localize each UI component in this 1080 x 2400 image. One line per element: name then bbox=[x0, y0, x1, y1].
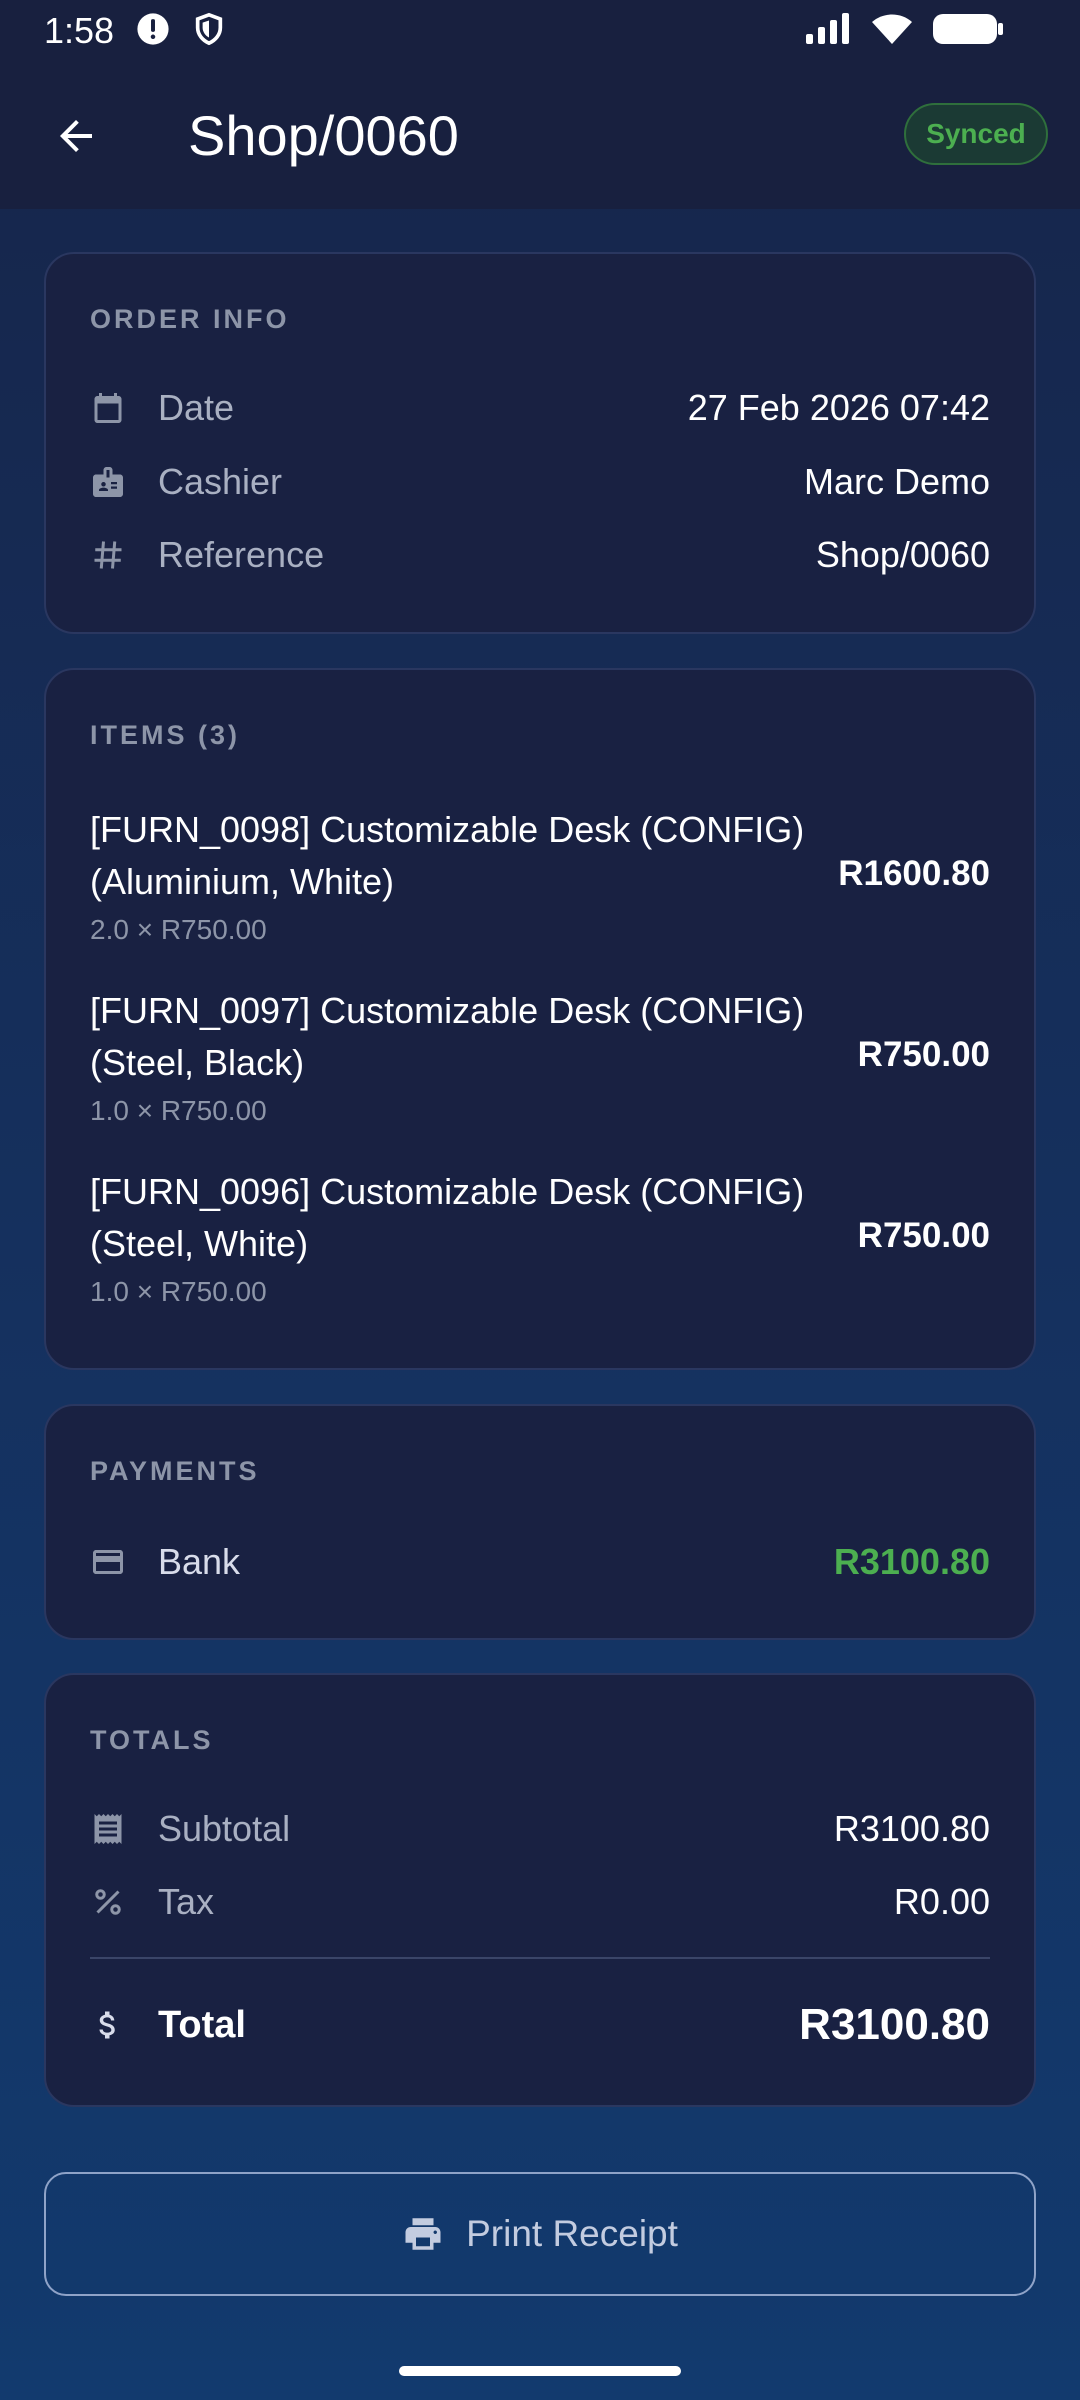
order-info-card: ORDER INFO Date 27 Feb 2026 07:42 Cashie… bbox=[44, 252, 1036, 634]
page-title: Shop/0060 bbox=[188, 104, 459, 167]
list-item[interactable]: [FURN_0096] Customizable Desk (CONFIG) (… bbox=[90, 1166, 990, 1312]
list-item[interactable]: [FURN_0098] Customizable Desk (CONFIG) (… bbox=[90, 804, 990, 950]
battery-icon bbox=[932, 12, 1004, 51]
cashier-row: Cashier Marc Demo bbox=[90, 454, 990, 510]
totals-card: TOTALS Subtotal R3100.80 Tax R0.00 Total… bbox=[44, 1673, 1036, 2107]
wifi-icon bbox=[870, 12, 914, 51]
item-price: R1600.80 bbox=[838, 854, 990, 893]
totals-header: TOTALS bbox=[90, 1725, 214, 1755]
item-name-line: [FURN_0097] Customizable Desk (CONFIG) bbox=[90, 990, 805, 1031]
item-variant-line: (Aluminium, White) bbox=[90, 861, 395, 902]
signal-icon bbox=[804, 12, 852, 51]
cashier-label: Cashier bbox=[158, 461, 283, 502]
items-card: ITEMS (3) [FURN_0098] Customizable Desk … bbox=[44, 668, 1036, 1370]
item-name: [FURN_0097] Customizable Desk (CONFIG) (… bbox=[90, 985, 850, 1089]
item-quantity: 1.0 × R750.00 bbox=[90, 1095, 267, 1126]
item-price: R750.00 bbox=[857, 1035, 990, 1074]
tax-row: Tax R0.00 bbox=[90, 1874, 990, 1930]
print-receipt-label: Print Receipt bbox=[466, 2213, 678, 2254]
list-item[interactable]: [FURN_0097] Customizable Desk (CONFIG) (… bbox=[90, 985, 990, 1131]
item-name-line: [FURN_0098] Customizable Desk (CONFIG) bbox=[90, 809, 805, 850]
tax-label: Tax bbox=[158, 1881, 215, 1922]
printer-icon bbox=[402, 2213, 444, 2255]
arrow-back-icon bbox=[60, 120, 92, 152]
total-row: Total R3100.80 bbox=[90, 1993, 990, 2057]
app-bar: 1:58 Shop/0060 Synced bbox=[0, 0, 1080, 209]
tax-value: R0.00 bbox=[893, 1881, 990, 1922]
item-price: R750.00 bbox=[857, 1216, 990, 1255]
receipt-icon bbox=[90, 1811, 126, 1847]
back-button[interactable] bbox=[40, 100, 112, 172]
home-indicator[interactable] bbox=[399, 2366, 681, 2376]
order-date-row: Date 27 Feb 2026 07:42 bbox=[90, 380, 990, 436]
subtotal-row: Subtotal R3100.80 bbox=[90, 1801, 990, 1857]
date-label: Date bbox=[158, 387, 235, 428]
item-name-line: [FURN_0096] Customizable Desk (CONFIG) bbox=[90, 1171, 805, 1212]
cashier-value: Marc Demo bbox=[803, 461, 990, 502]
credit-card-icon bbox=[90, 1544, 126, 1580]
badge-icon bbox=[90, 464, 126, 500]
subtotal-value: R3100.80 bbox=[833, 1808, 990, 1849]
payments-card: PAYMENTS Bank R3100.80 bbox=[44, 1404, 1036, 1640]
calendar-icon bbox=[90, 390, 126, 426]
date-value: 27 Feb 2026 07:42 bbox=[687, 387, 990, 428]
status-right-icons bbox=[804, 12, 1004, 51]
item-variant-line: (Steel, White) bbox=[90, 1223, 309, 1264]
item-name: [FURN_0098] Customizable Desk (CONFIG) (… bbox=[90, 804, 850, 908]
alert-icon bbox=[136, 12, 170, 51]
item-quantity: 1.0 × R750.00 bbox=[90, 1276, 267, 1307]
items-header: ITEMS (3) bbox=[90, 720, 241, 750]
reference-row: Reference Shop/0060 bbox=[90, 527, 990, 583]
payment-row: Bank R3100.80 bbox=[90, 1534, 990, 1590]
status-time: 1:58 bbox=[44, 10, 115, 51]
item-variant-line: (Steel, Black) bbox=[90, 1042, 305, 1083]
total-value: R3100.80 bbox=[799, 2000, 990, 2049]
item-quantity: 2.0 × R750.00 bbox=[90, 914, 267, 945]
payment-amount: R3100.80 bbox=[833, 1541, 990, 1582]
sync-status-badge: Synced bbox=[904, 103, 1048, 165]
payments-header: PAYMENTS bbox=[90, 1456, 260, 1486]
print-receipt-button[interactable]: Print Receipt bbox=[44, 2172, 1036, 2296]
item-name: [FURN_0096] Customizable Desk (CONFIG) (… bbox=[90, 1166, 850, 1270]
shield-icon bbox=[192, 12, 226, 51]
status-left-icons bbox=[136, 12, 226, 51]
dollar-icon bbox=[90, 2007, 126, 2043]
totals-divider bbox=[90, 1957, 990, 1959]
total-label: Total bbox=[158, 2003, 246, 2046]
payment-method-label: Bank bbox=[158, 1541, 241, 1582]
percent-icon bbox=[90, 1884, 126, 1920]
order-info-header: ORDER INFO bbox=[90, 304, 290, 334]
reference-value: Shop/0060 bbox=[815, 534, 990, 575]
subtotal-label: Subtotal bbox=[158, 1808, 291, 1849]
hash-icon bbox=[90, 537, 126, 573]
reference-label: Reference bbox=[158, 534, 325, 575]
